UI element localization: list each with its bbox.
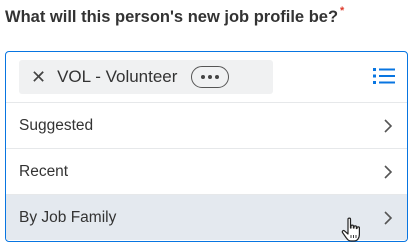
list-icon[interactable] — [373, 67, 395, 85]
menu-item-recent[interactable]: Recent — [6, 148, 407, 194]
chevron-right-icon — [384, 118, 393, 133]
menu-item-label: By Job Family — [19, 208, 117, 226]
close-icon[interactable]: ✕ — [31, 68, 46, 86]
selected-chip-label: VOL - Volunteer — [57, 67, 178, 86]
menu-item-suggested[interactable]: Suggested — [6, 102, 407, 148]
selected-chip[interactable]: ✕ VOL - Volunteer — [19, 60, 273, 94]
chevron-right-icon — [384, 164, 393, 179]
question-label: What will this person's new job profile … — [5, 5, 345, 27]
required-marker: * — [340, 5, 345, 17]
job-profile-prompt[interactable]: ✕ VOL - Volunteer Suggested Recent By Jo… — [5, 51, 408, 242]
chevron-right-icon — [384, 210, 393, 225]
selected-values-area: ✕ VOL - Volunteer — [6, 52, 407, 102]
question-text: What will this person's new job profile … — [5, 8, 339, 26]
ellipsis-icon[interactable] — [191, 66, 230, 88]
menu-item-label: Suggested — [19, 116, 94, 134]
menu-item-label: Recent — [19, 162, 69, 180]
hand-cursor-icon — [341, 217, 360, 242]
